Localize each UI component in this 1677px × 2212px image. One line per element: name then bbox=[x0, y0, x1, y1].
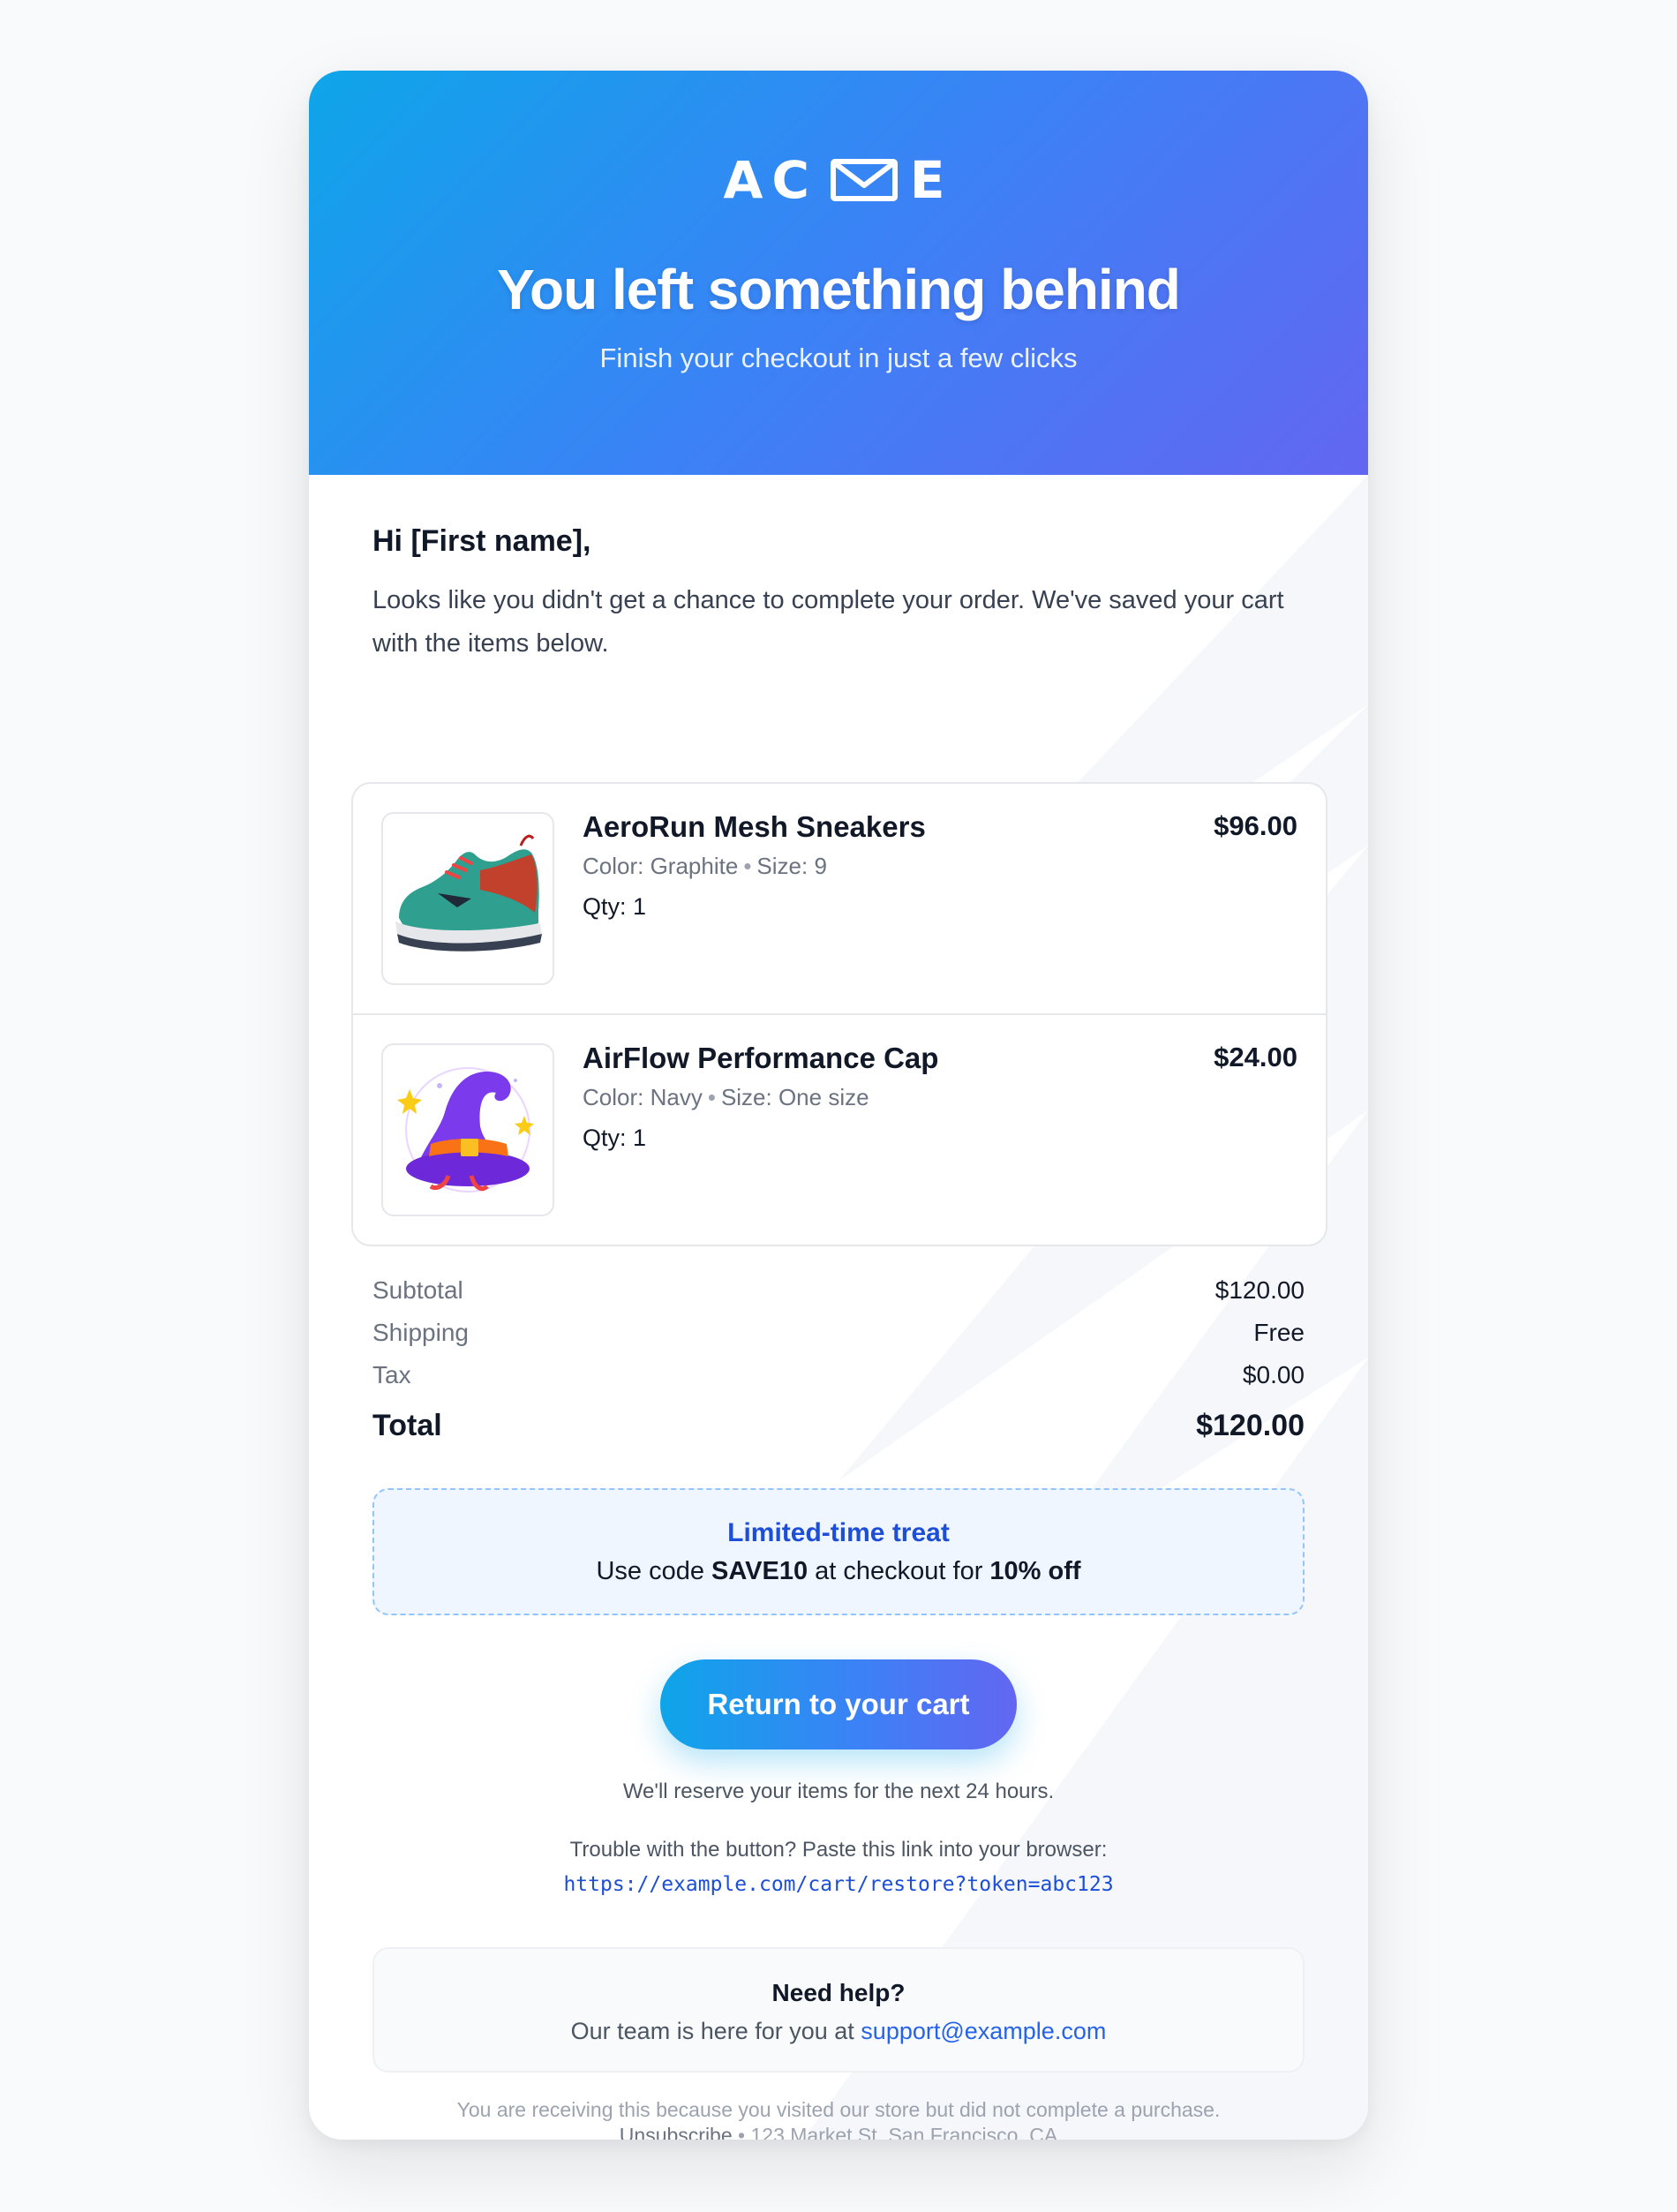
help-text: Our team is here for you at support@exam… bbox=[374, 2018, 1303, 2045]
footer-notice: You are receiving this because you visit… bbox=[456, 2098, 1221, 2121]
restore-cart-link[interactable]: https://example.com/cart/restore?token=a… bbox=[309, 1873, 1368, 1896]
intro-text: Looks like you didn't get a chance to co… bbox=[372, 586, 1284, 658]
tax-label: Tax bbox=[372, 1361, 411, 1388]
item-price: $24.00 bbox=[1214, 1042, 1297, 1072]
wizard-hat-image bbox=[381, 1043, 554, 1216]
item-quantity: Qty: 1 bbox=[583, 1125, 647, 1151]
footer-separator: • bbox=[738, 2124, 746, 2140]
promo-box: Limited-time treat Use code SAVE10 at ch… bbox=[372, 1488, 1305, 1615]
total-row: Total $120.00 bbox=[372, 1409, 1305, 1443]
unsubscribe-link[interactable]: Unsubscribe bbox=[620, 2124, 733, 2140]
item-name: AirFlow Performance Cap bbox=[583, 1042, 939, 1074]
subtotal-value: $120.00 bbox=[1215, 1276, 1305, 1304]
email-card: AC E You left something behind Finish yo… bbox=[309, 71, 1368, 2140]
greeting: Hi [First name], bbox=[372, 524, 591, 558]
meta-separator: • bbox=[707, 1084, 716, 1110]
item-meta: Color: Graphite • Size: 9 bbox=[583, 853, 827, 880]
help-text-label: Our team is here for you at bbox=[570, 2018, 861, 2044]
shipping-row: Shipping Free bbox=[372, 1319, 1305, 1347]
item-color: Color: Graphite bbox=[583, 853, 739, 879]
cart-items: AeroRun Mesh Sneakers Color: Graphite • Si… bbox=[351, 782, 1327, 1246]
help-box: Need help? Our team is here for you at s… bbox=[372, 1947, 1305, 2073]
shipping-label: Shipping bbox=[372, 1319, 469, 1346]
promo-code: SAVE10 bbox=[711, 1557, 808, 1585]
support-email-link[interactable]: support@example.com bbox=[861, 2018, 1106, 2044]
item-quantity: Qty: 1 bbox=[583, 893, 647, 920]
promo-title: Limited-time treat bbox=[727, 1518, 950, 1547]
item-size: Size: One size bbox=[720, 1084, 869, 1110]
promo-text-before: Use code bbox=[596, 1557, 712, 1585]
item-meta: Color: Navy • Size: One size bbox=[583, 1084, 869, 1111]
reserve-note: We'll reserve your items for the next 24… bbox=[622, 1779, 1055, 1803]
sneaker-image bbox=[381, 812, 554, 985]
shipping-value: Free bbox=[1253, 1319, 1305, 1346]
meta-separator: • bbox=[743, 853, 752, 879]
total-label: Total bbox=[372, 1409, 442, 1442]
subtotal-label: Subtotal bbox=[372, 1276, 463, 1304]
help-title: Need help? bbox=[771, 1979, 906, 2006]
return-to-cart-button[interactable]: Return to your cart bbox=[660, 1659, 1017, 1749]
hero-subtitle: Finish your checkout in just a few click… bbox=[599, 342, 1078, 373]
footer: You are receiving this because you visit… bbox=[309, 2097, 1368, 2140]
envelope-icon bbox=[830, 159, 898, 201]
total-value: $120.00 bbox=[1196, 1409, 1305, 1442]
tax-value: $0.00 bbox=[1242, 1361, 1305, 1388]
cart-item: AeroRun Mesh Sneakers Color: Graphite • Si… bbox=[353, 784, 1326, 1015]
footer-address: 123 Market St, San Francisco, CA bbox=[750, 2124, 1058, 2140]
logo-text-right: E bbox=[909, 150, 954, 210]
item-size: Size: 9 bbox=[756, 853, 827, 879]
hero-banner: AC E You left something behind Finish yo… bbox=[309, 71, 1368, 475]
fallback-text: Trouble with the button? Paste this link… bbox=[569, 1838, 1108, 1862]
promo-text-middle: at checkout for bbox=[808, 1557, 990, 1585]
logo-text-left: AC bbox=[723, 150, 818, 210]
item-name: AeroRun Mesh Sneakers bbox=[583, 810, 926, 843]
item-color: Color: Navy bbox=[583, 1084, 703, 1110]
promo-text: Use code SAVE10 at checkout for 10% off bbox=[374, 1557, 1303, 1586]
item-price: $96.00 bbox=[1214, 810, 1297, 841]
subtotal-row: Subtotal $120.00 bbox=[372, 1276, 1305, 1305]
promo-discount: 10% off bbox=[989, 1557, 1081, 1585]
footer-links: Unsubscribe • 123 Market St, San Francis… bbox=[309, 2123, 1368, 2140]
cart-item: AirFlow Performance Cap Color: Navy • Size… bbox=[353, 1013, 1326, 1245]
brand-logo: AC E bbox=[309, 150, 1368, 210]
hero-title: You left something behind bbox=[497, 258, 1181, 321]
tax-row: Tax $0.00 bbox=[372, 1361, 1305, 1389]
